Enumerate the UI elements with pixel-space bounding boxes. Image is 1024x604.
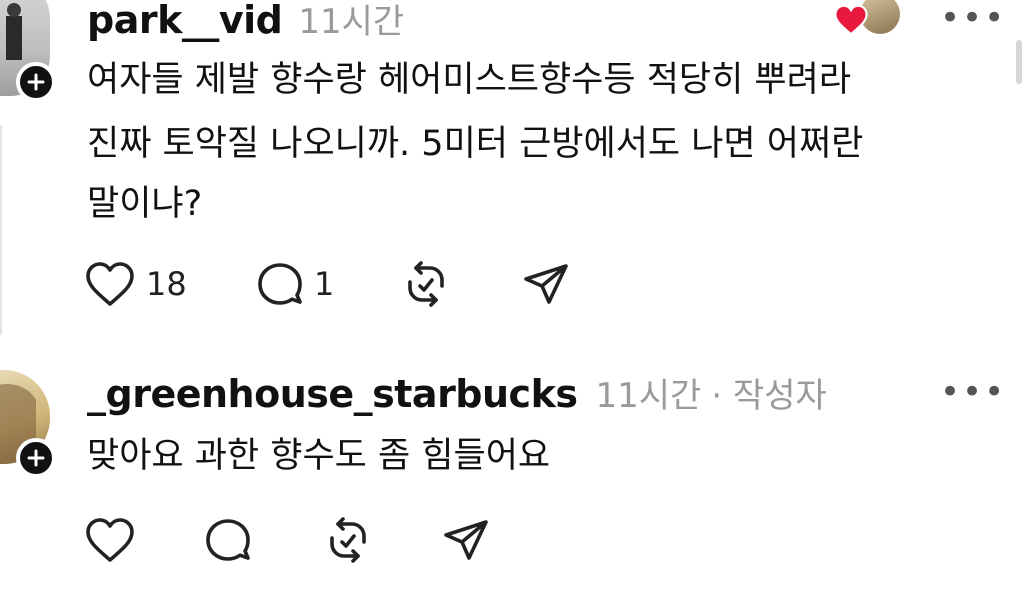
plus-icon [27,449,45,467]
share-icon [524,264,568,304]
comment-icon [206,519,250,561]
heart-icon [86,518,134,562]
reply-button[interactable] [204,516,252,564]
share-button[interactable] [442,516,490,564]
comment-icon [258,263,302,305]
thread-line [0,125,2,335]
heart-icon [86,262,134,306]
like-button[interactable]: 18 [84,260,187,308]
repost-button[interactable] [324,516,372,564]
share-icon [444,520,488,560]
more-icon: ••• [940,0,1007,38]
timestamp: 11시간 [298,2,405,42]
author-liked-indicator [834,0,904,40]
more-options-button[interactable]: ••• [940,0,1006,38]
comment-text-line: 맞아요 과한 향수도 좀 힘들어요 [87,436,551,476]
plus-icon [27,73,45,91]
heart-icon [834,4,868,36]
like-count: 18 [146,265,187,303]
comment-header: _greenhouse_starbucks 11시간 · 작성자 [87,368,827,417]
repost-icon [330,517,366,563]
scrollbar[interactable] [1016,40,1022,84]
reply-count: 1 [314,265,335,303]
follow-button[interactable] [16,438,56,478]
comment-text: 맞아요 과한 향수도 좀 힘들어요 [87,430,550,482]
username[interactable]: _greenhouse_starbucks [87,372,578,416]
comment-text-line: 말이냐? [87,184,203,224]
comment-header: park__vid 11시간 [87,0,404,43]
repost-icon [408,261,444,307]
reply-button[interactable]: 1 [256,260,334,308]
share-button[interactable] [522,260,570,308]
follow-button[interactable] [16,62,56,102]
timestamp: 11시간 [595,376,702,416]
repost-button[interactable] [402,260,450,308]
author-label: · 작성자 [711,376,827,416]
comment-text: 여자들 제발 향수랑 헤어미스트향수등 적당히 뿌려라 진짜 토악질 나오니까.… [87,54,863,230]
username[interactable]: park__vid [87,0,283,42]
like-button[interactable] [84,516,136,564]
comment-text-line: 진짜 토악질 나오니까. 5미터 근방에서도 나면 어쩌란 [87,124,864,164]
more-options-button[interactable]: ••• [940,372,1006,412]
more-icon: ••• [940,372,1007,412]
comment-text-line: 여자들 제발 향수랑 헤어미스트향수등 적당히 뿌려라 [87,60,852,100]
